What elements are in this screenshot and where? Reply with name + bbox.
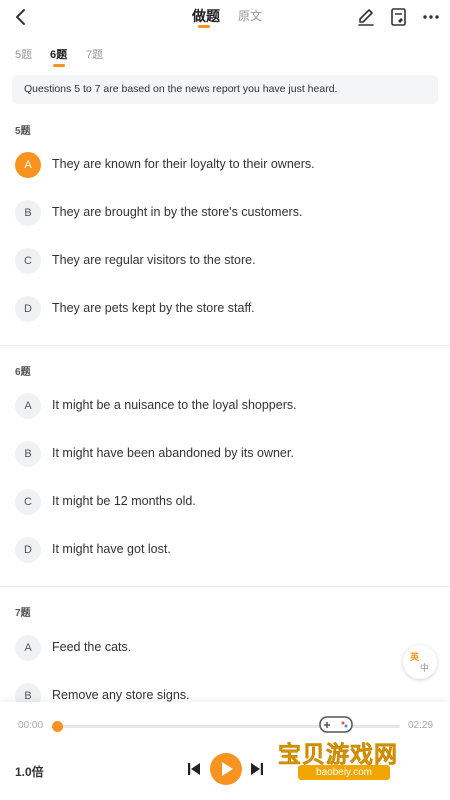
back-icon[interactable] (10, 6, 32, 28)
option-letter: A (15, 393, 41, 419)
watermark-title: 宝贝游戏网 (278, 741, 398, 768)
option-6c[interactable]: C It might be 12 months old. (15, 489, 435, 515)
option-letter: C (15, 248, 41, 274)
watermark: 宝贝游戏网 baobeiy.com (276, 716, 416, 783)
option-letter: D (15, 296, 41, 322)
option-6d[interactable]: D It might have got lost. (15, 537, 435, 563)
lang-secondary: 中 (420, 663, 430, 673)
question-label: 7题 (15, 608, 31, 619)
option-5a[interactable]: A They are known for their loyalty to th… (15, 152, 435, 178)
option-text: They are regular visitors to the store. (52, 253, 256, 267)
option-text: It might have got lost. (52, 542, 171, 556)
gamepad-logo-icon (319, 716, 353, 733)
option-text: It might have been abandoned by its owne… (52, 446, 294, 460)
top-bar: 做题 原文 (0, 0, 450, 34)
option-text: They are known for their loyalty to thei… (52, 157, 315, 171)
progress-thumb[interactable] (52, 721, 63, 732)
previous-track-icon[interactable] (186, 761, 202, 777)
edit-icon[interactable] (355, 6, 377, 28)
option-letter: D (15, 537, 41, 563)
lang-primary: 英 (410, 652, 420, 662)
option-letter: B (15, 441, 41, 467)
tab-practice-indicator (198, 25, 210, 28)
play-button[interactable] (210, 753, 242, 785)
tab-question-7[interactable]: 7题 (86, 46, 103, 62)
divider (0, 586, 450, 587)
playback-speed-button[interactable]: 1.0倍 (15, 763, 44, 780)
option-letter: B (15, 200, 41, 226)
tab-question-6[interactable]: 6题 (50, 46, 67, 62)
question-label: 6题 (15, 367, 31, 378)
tab-question-5[interactable]: 5题 (15, 46, 32, 62)
option-letter: A (15, 635, 41, 661)
option-5c[interactable]: C They are regular visitors to the store… (15, 248, 435, 274)
tab-original-text[interactable]: 原文 (238, 7, 262, 24)
question-label: 5题 (15, 126, 31, 137)
option-letter: C (15, 489, 41, 515)
option-5b[interactable]: B They are brought in by the store's cus… (15, 200, 435, 226)
more-icon[interactable] (420, 6, 442, 28)
option-text: It might be a nuisance to the loyal shop… (52, 398, 297, 412)
option-7a[interactable]: A Feed the cats. (15, 635, 435, 661)
notes-icon[interactable] (388, 6, 410, 28)
option-text: Remove any store signs. (52, 688, 190, 702)
option-6b[interactable]: B It might have been abandoned by its ow… (15, 441, 435, 467)
option-text: Feed the cats. (52, 640, 132, 654)
option-letter: A (15, 152, 41, 178)
divider (0, 345, 450, 346)
tab-practice[interactable]: 做题 (192, 6, 220, 26)
current-time: 00:00 (18, 720, 44, 731)
watermark-url: baobeiy.com (298, 765, 390, 780)
language-toggle-button[interactable]: 英 中 (403, 645, 437, 679)
option-text: It might be 12 months old. (52, 494, 196, 508)
instruction-banner: Questions 5 to 7 are based on the news r… (12, 75, 438, 104)
option-text: They are pets kept by the store staff. (52, 301, 255, 315)
option-5d[interactable]: D They are pets kept by the store staff. (15, 296, 435, 322)
question-tabs: 5题 6题 7题 (0, 40, 450, 70)
play-icon (222, 762, 233, 776)
option-6a[interactable]: A It might be a nuisance to the loyal sh… (15, 393, 435, 419)
option-text: They are brought in by the store's custo… (52, 205, 303, 219)
active-question-indicator (53, 64, 65, 67)
next-track-icon[interactable] (249, 761, 265, 777)
